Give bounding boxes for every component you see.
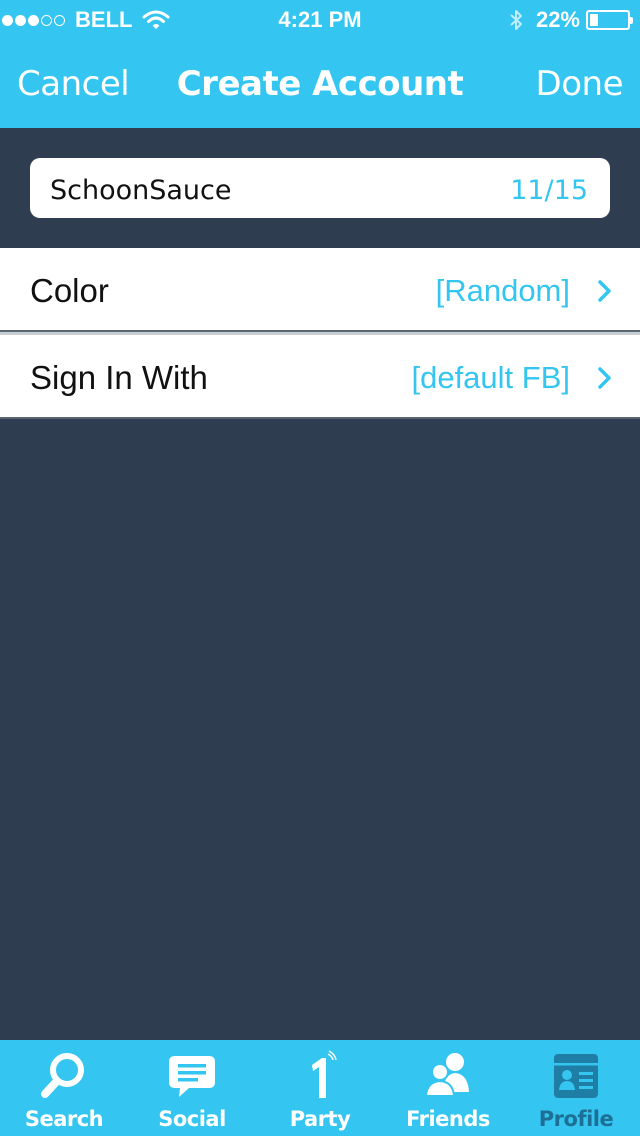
party-one-icon <box>312 1050 337 1098</box>
chevron-right-icon <box>598 367 611 389</box>
tab-party[interactable]: Party <box>256 1040 384 1136</box>
username-input[interactable] <box>50 175 470 206</box>
battery-level <box>590 14 598 26</box>
color-label: Color <box>30 272 109 309</box>
color-row[interactable]: Color [Random] <box>0 248 640 332</box>
tab-friends-label: Friends <box>406 1107 490 1131</box>
tab-profile-label: Profile <box>538 1107 614 1131</box>
tab-social-label: Social <box>158 1107 226 1131</box>
status-right: 22% <box>508 7 633 33</box>
character-counter: 11/15 <box>510 175 588 206</box>
tab-search-label: Search <box>24 1107 104 1131</box>
top-bar: BELL 4:21 PM 22% Cancel Create Account D… <box>0 0 640 128</box>
done-button[interactable]: Done <box>536 64 624 104</box>
battery-icon <box>586 10 633 30</box>
tab-friends[interactable]: Friends <box>384 1040 512 1136</box>
chat-bubble-icon <box>169 1056 215 1097</box>
tab-profile[interactable]: Profile <box>512 1040 640 1136</box>
friends-icon <box>424 1053 469 1097</box>
tab-search[interactable]: Search <box>0 1040 128 1136</box>
bluetooth-icon <box>510 10 522 30</box>
chevron-right-icon <box>598 280 611 302</box>
battery-percent: 22% <box>535 7 580 32</box>
sign-in-with-label: Sign In With <box>30 359 208 396</box>
sign-in-with-row[interactable]: Sign In With [default FB] <box>0 335 640 419</box>
color-value: [Random] <box>435 273 570 308</box>
sign-in-with-value: [default FB] <box>411 360 570 395</box>
profile-card-icon <box>554 1054 598 1098</box>
status-bar: BELL 4:21 PM 22% <box>0 0 640 40</box>
tab-party-label: Party <box>289 1107 351 1131</box>
tab-bar: Search Social Party Friends Profile <box>0 1040 640 1136</box>
username-section: 11/15 <box>0 128 640 248</box>
tab-social[interactable]: Social <box>128 1040 256 1136</box>
username-field[interactable]: 11/15 <box>30 158 610 218</box>
search-icon <box>41 1053 84 1098</box>
